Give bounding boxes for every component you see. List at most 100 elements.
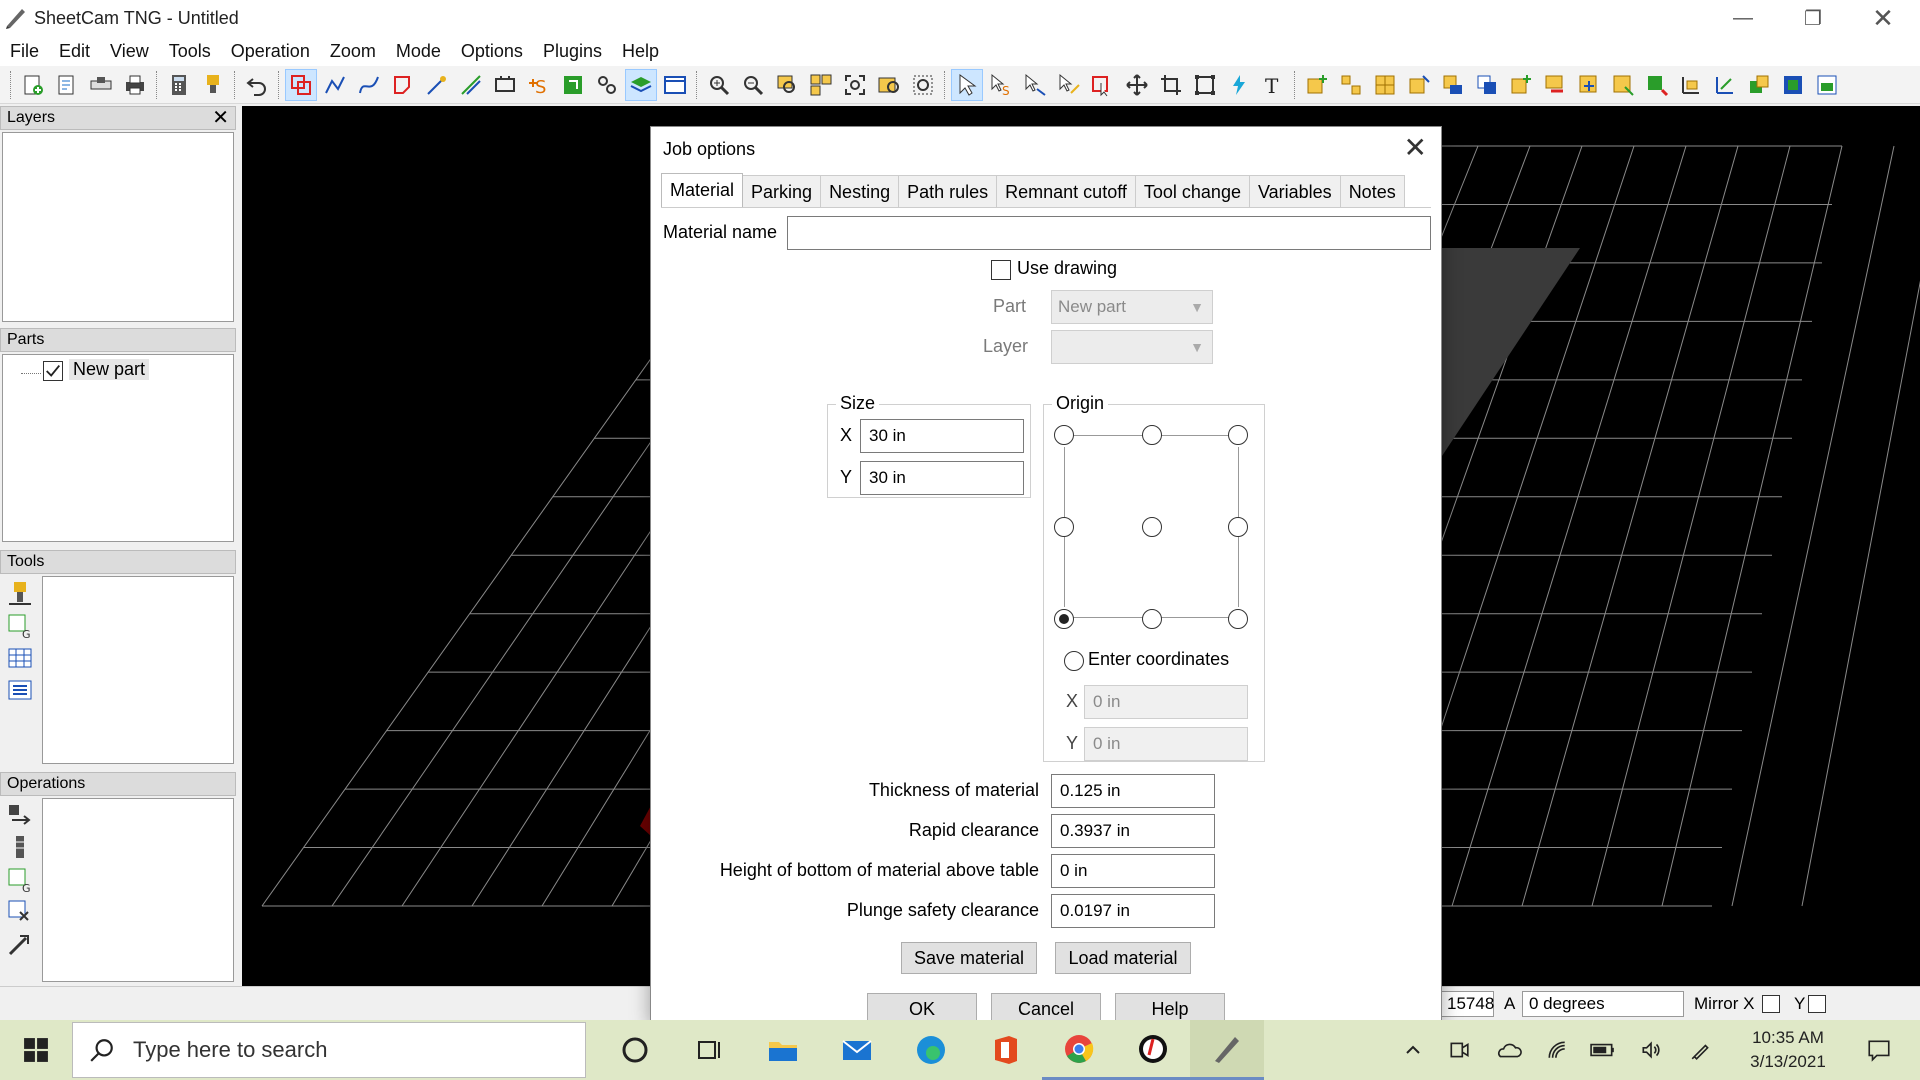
layers-list[interactable]: [2, 132, 234, 322]
operation-icon-9[interactable]: [1574, 70, 1604, 100]
operation-icon-16[interactable]: [1812, 70, 1842, 100]
new-operation-icon[interactable]: [6, 802, 34, 830]
tab-notes[interactable]: Notes: [1339, 175, 1405, 207]
sheetcam-taskbar-icon[interactable]: [1190, 1020, 1264, 1080]
menu-edit[interactable]: Edit: [49, 41, 100, 62]
part-checkbox[interactable]: [43, 361, 63, 381]
menu-mode[interactable]: Mode: [386, 41, 451, 62]
show-hidden-icons-icon[interactable]: [1398, 1020, 1428, 1080]
operation-icon-13[interactable]: [1710, 70, 1740, 100]
edge-browser-icon[interactable]: [894, 1020, 968, 1080]
export-operation-icon[interactable]: [6, 898, 34, 926]
task-view-icon[interactable]: [672, 1020, 746, 1080]
taskbar-clock[interactable]: 10:35 AM 3/13/2021: [1728, 1026, 1848, 1074]
close-panel-icon[interactable]: ✕: [212, 107, 229, 129]
zoom-fit-icon[interactable]: [840, 70, 870, 100]
layers-icon[interactable]: [625, 68, 657, 101]
mirror-x-checkbox[interactable]: [1762, 995, 1780, 1013]
operation-icon-11[interactable]: [1642, 70, 1672, 100]
operation-icon-8[interactable]: [1540, 70, 1570, 100]
new-tool-icon[interactable]: [6, 580, 34, 608]
thickness-input[interactable]: [1051, 774, 1215, 808]
close-window-icon[interactable]: ✕: [1848, 0, 1918, 36]
lead-in-icon[interactable]: [456, 70, 486, 100]
windows-start-icon[interactable]: [0, 1020, 72, 1080]
print-icon[interactable]: [120, 70, 150, 100]
tab-variables[interactable]: Variables: [1248, 175, 1341, 207]
part-label[interactable]: New part: [69, 359, 150, 380]
origin-middle-left-radio[interactable]: [1054, 517, 1074, 537]
enter-coordinates-radio[interactable]: [1064, 651, 1084, 671]
notifications-icon[interactable]: [1854, 1020, 1904, 1080]
parts-list[interactable]: New part: [2, 354, 234, 542]
edit-job-icon[interactable]: [52, 70, 82, 100]
tool-table-icon[interactable]: [6, 644, 34, 672]
zoom-selection-icon[interactable]: [772, 70, 802, 100]
meet-now-icon[interactable]: [1444, 1020, 1474, 1080]
tab-pointer-icon[interactable]: [1088, 70, 1118, 100]
zoom-parts-icon[interactable]: [806, 70, 836, 100]
operation-icon-3[interactable]: [1370, 70, 1400, 100]
tab-placement-icon[interactable]: [490, 70, 520, 100]
office-icon[interactable]: [968, 1020, 1042, 1080]
tools-list[interactable]: [42, 576, 234, 764]
pen-icon[interactable]: [1686, 1020, 1716, 1080]
zoom-in-icon[interactable]: [704, 70, 734, 100]
volume-icon[interactable]: [1636, 1020, 1666, 1080]
post-processor-icon[interactable]: [198, 70, 228, 100]
operation-icon-14[interactable]: [1744, 70, 1774, 100]
menu-options[interactable]: Options: [451, 41, 533, 62]
rapid-clearance-input[interactable]: [1051, 814, 1215, 848]
gcode-operation-icon[interactable]: G: [6, 866, 34, 895]
operation-icon-5[interactable]: [1438, 70, 1468, 100]
operation-icon-6[interactable]: [1472, 70, 1502, 100]
load-material-button[interactable]: Load material: [1055, 942, 1191, 974]
move-icon[interactable]: [1122, 70, 1152, 100]
path-direction-icon[interactable]: [592, 70, 622, 100]
battery-icon[interactable]: [1588, 1020, 1618, 1080]
menu-file[interactable]: File: [0, 41, 49, 62]
select-shapes-icon[interactable]: [285, 68, 317, 101]
menu-zoom[interactable]: Zoom: [320, 41, 386, 62]
cortana-icon[interactable]: [598, 1020, 672, 1080]
run-operation-icon[interactable]: [6, 930, 34, 958]
dialog-close-icon[interactable]: ✕: [1404, 131, 1427, 164]
origin-x-input[interactable]: [1084, 685, 1248, 719]
origin-bottom-left-radio[interactable]: [1054, 609, 1074, 629]
pointer-select-icon[interactable]: [951, 68, 983, 101]
menu-plugins[interactable]: Plugins: [533, 41, 612, 62]
origin-bottom-center-radio[interactable]: [1142, 609, 1162, 629]
origin-top-right-radio[interactable]: [1228, 425, 1248, 445]
file-explorer-icon[interactable]: [746, 1020, 820, 1080]
drill-operation-icon[interactable]: [6, 834, 34, 862]
origin-y-input[interactable]: [1084, 727, 1248, 761]
use-drawing-checkbox[interactable]: [991, 260, 1011, 280]
tab-tool-change[interactable]: Tool change: [1134, 175, 1250, 207]
part-select[interactable]: New part ▼: [1051, 290, 1213, 324]
tab-path-rules[interactable]: Path rules: [898, 175, 998, 207]
layer-select[interactable]: ▼: [1051, 330, 1213, 364]
menu-view[interactable]: View: [100, 41, 159, 62]
material-height-input[interactable]: [1051, 854, 1215, 888]
panel-window-icon[interactable]: [660, 70, 690, 100]
plunge-clearance-input[interactable]: [1051, 894, 1215, 928]
tab-nesting[interactable]: Nesting: [820, 175, 900, 207]
lead-pointer-icon[interactable]: [1054, 70, 1084, 100]
tool-gcode-icon[interactable]: G: [6, 612, 34, 641]
operation-icon-4[interactable]: [1404, 70, 1434, 100]
minimize-icon[interactable]: —: [1708, 0, 1778, 36]
operation-icon-1[interactable]: [1302, 70, 1332, 100]
wifi-icon[interactable]: [1542, 1020, 1572, 1080]
restore-icon[interactable]: ❐: [1778, 0, 1848, 36]
tab-remnant-cutoff[interactable]: Remnant cutoff: [996, 175, 1136, 207]
angle-field[interactable]: 0 degrees: [1522, 991, 1684, 1017]
operation-icon-15[interactable]: [1778, 70, 1808, 100]
operation-icon-2[interactable]: [1336, 70, 1366, 100]
menu-tools[interactable]: Tools: [159, 41, 221, 62]
zoom-out-icon[interactable]: [738, 70, 768, 100]
text-tool-icon[interactable]: T: [1258, 70, 1288, 100]
menu-help[interactable]: Help: [612, 41, 669, 62]
taskbar-search-box[interactable]: Type here to search: [72, 1022, 586, 1078]
onedrive-icon[interactable]: [1492, 1020, 1526, 1080]
app-dial-icon[interactable]: [1116, 1020, 1190, 1080]
